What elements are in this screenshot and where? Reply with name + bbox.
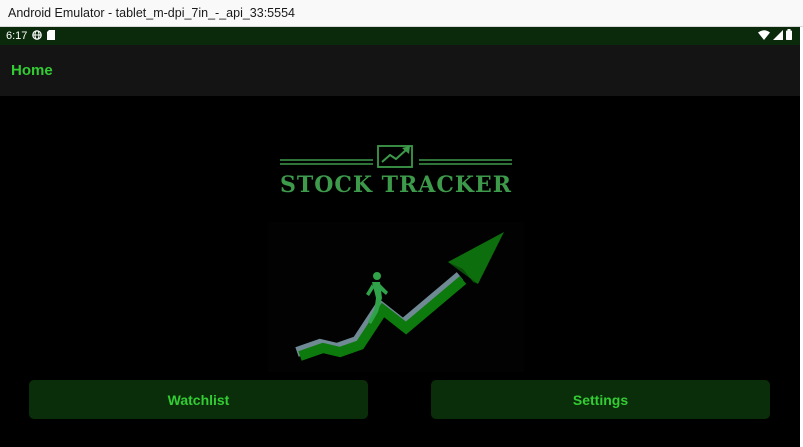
wifi-icon: [758, 27, 770, 45]
logo-text: STOCK TRACKER: [279, 172, 513, 198]
device-screen: 6:17 Home STOCK TRACKER Watchlist Settin…: [0, 27, 800, 447]
status-bar: 6:17: [0, 27, 800, 45]
rising-arrow-climber-illustration: [268, 222, 524, 372]
emulator-titlebar: Android Emulator - tablet_m-dpi_7in_-_ap…: [0, 0, 803, 27]
home-content: STOCK TRACKER Watchlist Settings: [0, 96, 800, 447]
status-time: 6:17: [6, 30, 28, 42]
app-bar: Home: [0, 45, 800, 96]
stock-tracker-logo: STOCK TRACKER: [278, 143, 514, 201]
sim-card-icon: [47, 27, 56, 45]
window-title: Android Emulator - tablet_m-dpi_7in_-_ap…: [8, 6, 295, 20]
watchlist-button[interactable]: Watchlist: [29, 380, 368, 419]
chart-frame-icon: [280, 145, 512, 168]
settings-button[interactable]: Settings: [431, 380, 770, 419]
globe-icon: [32, 27, 43, 45]
battery-icon: [786, 27, 792, 45]
page-title: Home: [11, 62, 53, 79]
signal-icon: [773, 27, 783, 45]
